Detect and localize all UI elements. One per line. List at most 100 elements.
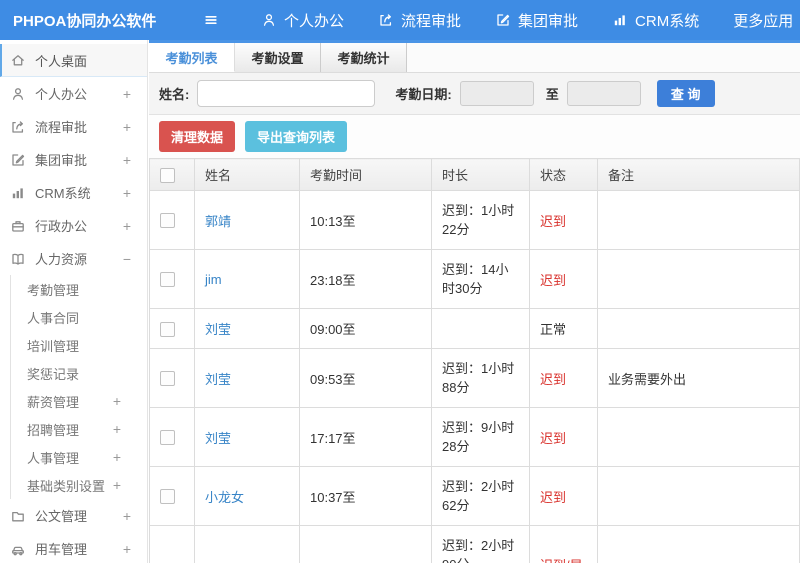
attendance-time-cell: 10:13至 (299, 190, 432, 250)
note-cell (597, 407, 800, 467)
tab-bar: 考勤列表 考勤设置 考勤统计 (149, 43, 800, 73)
row-checkbox[interactable] (160, 489, 175, 505)
sidebar-subitem-recruitment-management[interactable]: 招聘管理 + (11, 415, 147, 443)
nav-group-approval[interactable]: 集团审批 (495, 10, 578, 31)
select-all-cell (149, 158, 195, 191)
employee-name-link[interactable]: 小龙女 (205, 490, 244, 505)
name-filter-input[interactable] (197, 80, 376, 107)
search-button[interactable]: 查 询 (656, 80, 715, 107)
row-checkbox[interactable] (160, 272, 175, 288)
tab-attendance-settings[interactable]: 考勤设置 (235, 43, 321, 72)
sidebar-subitem-reward-punishment[interactable]: 奖惩记录 (11, 359, 147, 387)
sidebar-item-document-management[interactable]: 公文管理 + (0, 499, 147, 532)
table-row: 管理员 10:54至10:54 迟到：2小时90分 早退：7小时10分 迟到/早… (149, 525, 800, 563)
table-header-row: 姓名 考勤时间 时长 状态 备注 (149, 158, 800, 191)
row-checkbox[interactable] (160, 213, 175, 229)
sidebar-item-label: 个人办公 (35, 87, 88, 102)
sidebar-subitem-training-management[interactable]: 培训管理 (11, 331, 147, 359)
export-list-button[interactable]: 导出查询列表 (245, 121, 348, 152)
process-icon (378, 12, 394, 28)
sidebar-item-workflow-approval[interactable]: 流程审批 + (0, 110, 147, 143)
sidebar-subitem-personnel-management[interactable]: 人事管理 + (11, 443, 147, 471)
sidebar-item-label: 流程审批 (35, 120, 88, 135)
col-note: 备注 (597, 158, 800, 191)
table-row: 刘莹 09:53至 迟到：1小时88分 迟到 业务需要外出 (149, 348, 800, 408)
edit-icon (10, 152, 26, 168)
date-from-input[interactable] (459, 81, 534, 106)
sidebar-item-label: 公文管理 (35, 509, 88, 524)
table-row: 刘莹 09:00至 正常 (149, 308, 800, 349)
employee-name-link[interactable]: jim (205, 272, 222, 287)
employee-name-link[interactable]: 刘莹 (205, 322, 231, 337)
sidebar-subitem-label: 薪资管理 (27, 394, 80, 410)
process-icon (10, 119, 26, 135)
duration-line: 迟到：2小时62分 (442, 479, 515, 513)
col-duration: 时长 (431, 158, 530, 191)
sidebar-subitem-label: 基础类别设置 (27, 478, 106, 494)
nav-workflow-approval[interactable]: 流程审批 (378, 10, 461, 31)
date-to-input[interactable] (566, 81, 641, 106)
row-checkbox[interactable] (160, 430, 175, 446)
duration-line: 迟到：1小时22分 (442, 203, 515, 237)
sidebar-subitem-attendance-management[interactable]: 考勤管理 (11, 275, 147, 303)
tab-attendance-statistics[interactable]: 考勤统计 (321, 43, 407, 72)
select-all-checkbox[interactable] (160, 167, 175, 183)
sidebar-subitem-label: 考勤管理 (27, 282, 80, 298)
attendance-time-cell: 10:37至 (299, 466, 432, 526)
sidebar-subitem-label: 培训管理 (27, 338, 80, 354)
duration-cell: 迟到：1小时88分 (431, 348, 530, 408)
nav-label: CRM系统 (635, 12, 700, 30)
duration-line: 迟到：2小时90分 (442, 538, 515, 563)
note-cell: 业务需要外出 (597, 348, 800, 408)
attendance-time-cell: 23:18至 (299, 249, 432, 309)
sidebar-item-admin-office[interactable]: 行政办公 + (0, 209, 147, 242)
nav-label: 流程审批 (401, 12, 462, 30)
employee-name-link[interactable]: 刘莹 (205, 431, 231, 446)
note-cell (597, 249, 800, 309)
status-badge: 迟到 (540, 489, 567, 505)
tab-label: 考勤统计 (337, 51, 390, 66)
tab-label: 考勤设置 (251, 51, 304, 66)
table-row: jim 23:18至 迟到：14小时30分 迟到 (149, 249, 800, 309)
sidebar-item-personal-desktop[interactable]: 个人桌面 (0, 44, 147, 77)
sidebar-subitem-base-category-settings[interactable]: 基础类别设置 + (11, 471, 147, 499)
nav-label: 集团审批 (518, 12, 579, 30)
note-cell (597, 190, 800, 250)
duration-line: 迟到：1小时88分 (442, 361, 515, 395)
employee-name-link[interactable]: 郭靖 (205, 214, 231, 229)
expand-indicator: + (122, 85, 131, 102)
clear-data-button[interactable]: 清理数据 (159, 121, 236, 152)
row-checkbox[interactable] (160, 321, 175, 337)
expand-indicator: + (122, 540, 131, 557)
filter-bar: 姓名: 考勤日期: 至 查 询 (149, 73, 800, 115)
sidebar-item-label: 个人桌面 (35, 53, 88, 69)
nav-personal-office[interactable]: 个人办公 (261, 10, 344, 31)
home-icon (10, 52, 26, 68)
sidebar-item-human-resources[interactable]: 人力资源 − (0, 242, 147, 275)
sidebar-item-vehicle-management[interactable]: 用车管理 + (0, 532, 147, 563)
attendance-time-cell: 09:53至 (299, 348, 432, 408)
menu-toggle[interactable] (203, 12, 219, 28)
sidebar-item-label: 集团审批 (35, 153, 88, 168)
expand-indicator: + (122, 151, 131, 168)
folder-icon (10, 508, 26, 524)
sidebar-item-crm-system[interactable]: CRM系统 + (0, 176, 147, 209)
nav-label: 个人办公 (284, 12, 345, 30)
person-icon (10, 86, 26, 102)
sidebar-subitem-salary-management[interactable]: 薪资管理 + (11, 387, 147, 415)
expand-indicator: + (122, 184, 131, 201)
row-checkbox[interactable] (160, 371, 175, 387)
tab-attendance-list[interactable]: 考勤列表 (149, 43, 235, 72)
sidebar-item-label: 人力资源 (35, 252, 88, 267)
nav-more-apps[interactable]: 更多应用 (733, 10, 800, 31)
tab-label: 考勤列表 (165, 50, 218, 66)
sidebar-item-personal-office[interactable]: 个人办公 + (0, 77, 147, 110)
top-header: PHPOA协同办公软件 个人办公 流程审批 集团审批 CRM系统 更多应用 (0, 0, 800, 40)
sidebar-subitem-hr-contracts[interactable]: 人事合同 (11, 303, 147, 331)
duration-cell: 迟到：14小时30分 (431, 249, 530, 309)
expand-indicator: + (112, 477, 121, 493)
nav-crm-system[interactable]: CRM系统 (612, 10, 699, 31)
employee-name-link[interactable]: 刘莹 (205, 372, 231, 387)
car-icon (10, 541, 26, 557)
sidebar-item-group-approval[interactable]: 集团审批 + (0, 143, 147, 176)
